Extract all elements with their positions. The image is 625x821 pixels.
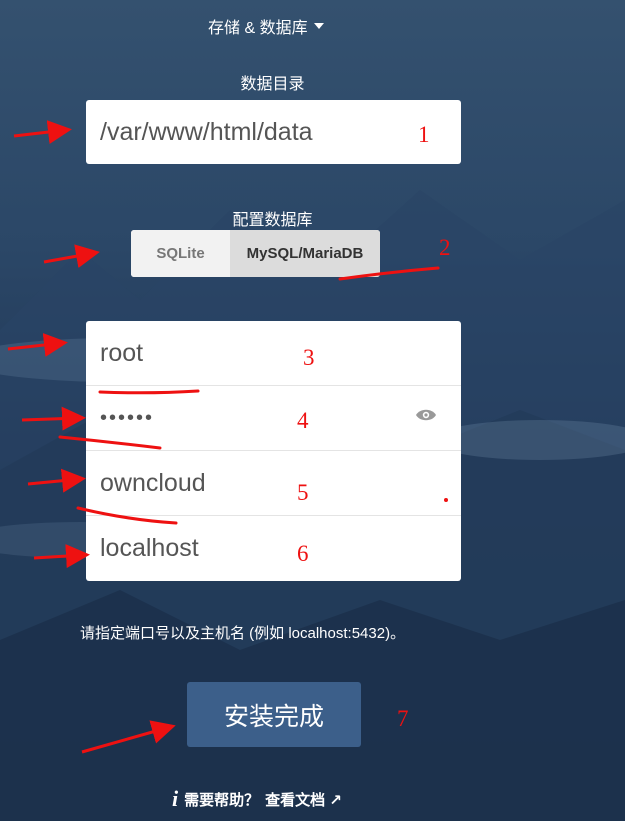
help-link[interactable]: i 需要帮助？ 查看文档 ↗ xyxy=(172,786,342,812)
db-name-value: owncloud xyxy=(100,468,206,497)
data-dir-label: 数据目录 xyxy=(240,76,305,93)
annotation-number-4: 4 xyxy=(297,408,309,433)
finish-setup-button[interactable]: 安装完成 xyxy=(187,682,361,747)
annotation-number-6: 6 xyxy=(297,541,309,566)
annotation-number-7: 7 xyxy=(397,706,409,731)
db-user-input[interactable]: root xyxy=(86,321,461,386)
help-text: 需要帮助？ xyxy=(184,791,260,809)
db-host-input[interactable]: localhost xyxy=(86,516,461,581)
db-user-value: root xyxy=(100,338,144,367)
section-toggle-label: 存储 & 数据库 xyxy=(208,20,308,37)
caret-down-icon xyxy=(313,23,324,29)
port-hint: 请指定端口号以及主机名 (例如 localhost:5432)。 xyxy=(80,625,406,642)
annotation-number-5: 5 xyxy=(297,480,309,505)
db-config-label: 配置数据库 xyxy=(232,212,313,229)
db-credentials-group: root •••••• owncloud localhost xyxy=(86,321,461,581)
eye-icon[interactable] xyxy=(415,408,437,422)
db-password-input[interactable]: •••••• xyxy=(86,386,461,451)
storage-database-toggle[interactable]: 存储 & 数据库 xyxy=(208,14,324,38)
annotation-number-2: 2 xyxy=(439,235,451,260)
db-option-mysql[interactable]: MySQL/MariaDB xyxy=(230,230,380,277)
db-password-value: •••••• xyxy=(100,406,155,429)
data-dir-value: /var/www/html/data xyxy=(100,117,313,146)
db-name-input[interactable]: owncloud xyxy=(86,451,461,516)
data-dir-input[interactable]: /var/www/html/data xyxy=(86,100,461,164)
info-icon: i xyxy=(172,786,179,811)
db-option-sqlite[interactable]: SQLite xyxy=(131,230,230,277)
db-host-value: localhost xyxy=(100,534,199,562)
docs-link[interactable]: 查看文档 ↗ xyxy=(265,789,342,810)
annotation-number-1: 1 xyxy=(418,122,430,147)
db-type-selector: SQLite MySQL/MariaDB xyxy=(131,230,380,277)
annotation-number-3: 3 xyxy=(303,345,315,370)
